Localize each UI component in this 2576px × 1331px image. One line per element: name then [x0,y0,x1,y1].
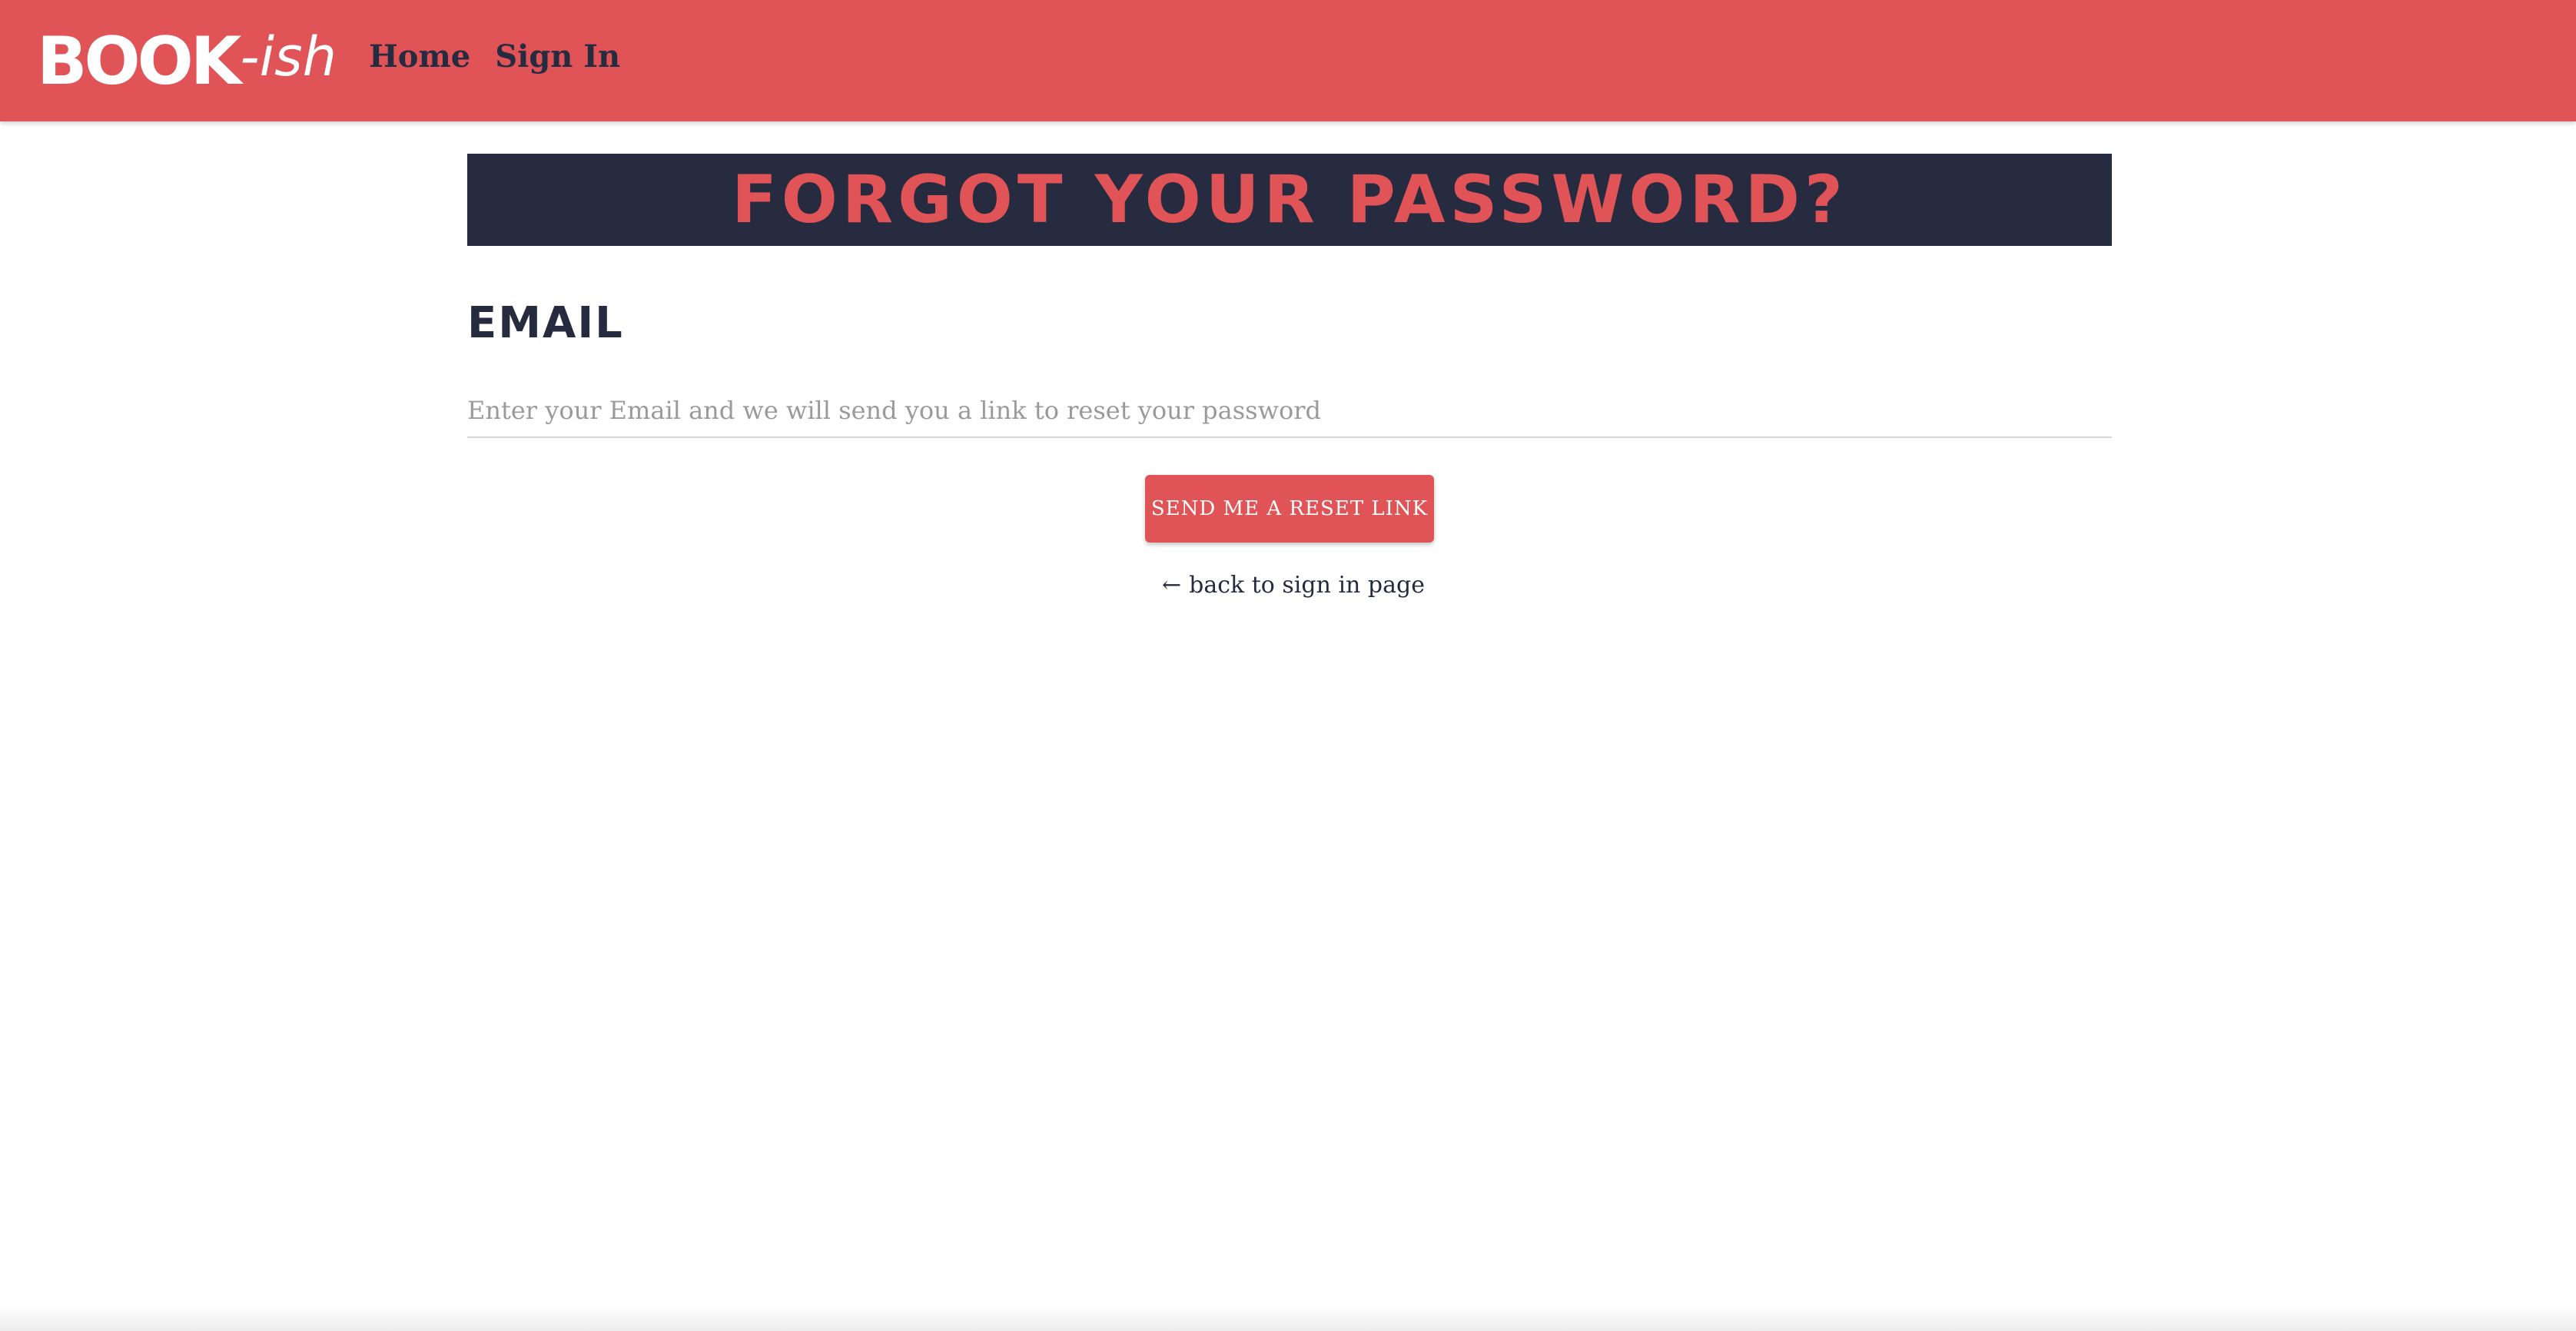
send-reset-link-button[interactable]: SEND ME A RESET LINK [1145,475,1434,543]
back-to-sign-in-link[interactable]: ← back to sign in page [1162,572,1425,599]
logo-main-text: BOOK [37,23,241,100]
bottom-edge-shadow [0,1306,2576,1331]
nav-link-home[interactable]: Home [369,38,470,75]
arrow-left-icon: ← [1162,572,1182,599]
email-label: EMAIL [467,298,624,348]
bookish-logo[interactable]: BOOK -ish [37,23,337,100]
back-link-label: back to sign in page [1189,572,1425,599]
email-field[interactable] [467,384,2112,438]
page-title: FORGOT YOUR PASSWORD? [732,161,1847,238]
page-title-banner: FORGOT YOUR PASSWORD? [467,154,2112,246]
logo-suffix-text: -ish [240,25,337,88]
nav-link-sign-in[interactable]: Sign In [495,38,620,75]
nav-links: Home Sign In [369,38,620,75]
top-navbar: BOOK -ish Home Sign In [0,0,2576,121]
